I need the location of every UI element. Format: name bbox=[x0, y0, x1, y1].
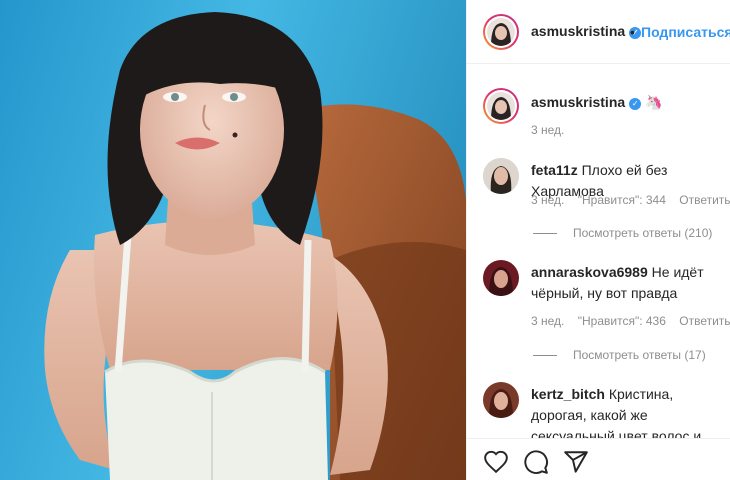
comment-username[interactable]: annaraskova6989 bbox=[531, 264, 648, 280]
view-replies-button[interactable]: Посмотреть ответы (17) bbox=[533, 348, 706, 362]
caption-emoji: 🦄 bbox=[645, 94, 663, 110]
post-header: asmuskristina ✓ • Подписаться bbox=[467, 0, 730, 64]
comments-scroll-area[interactable]: asmuskristina ✓ 🦄 3 нед. feta11z Плохо ей… bbox=[467, 64, 730, 438]
heart-icon[interactable] bbox=[483, 449, 509, 475]
comment-time[interactable]: 3 нед. bbox=[531, 193, 564, 207]
caption-avatar-image bbox=[487, 92, 515, 120]
author-avatar[interactable] bbox=[483, 14, 519, 50]
comment-meta: 3 нед. "Нравится": 436 Ответить bbox=[531, 314, 730, 328]
commenter-avatar-image bbox=[483, 260, 519, 296]
reply-button[interactable]: Ответить bbox=[679, 193, 730, 207]
author-username[interactable]: asmuskristina ✓ bbox=[531, 23, 642, 39]
view-replies-label[interactable]: Посмотреть ответы (210) bbox=[573, 226, 712, 240]
replies-divider-line bbox=[533, 233, 557, 235]
author-username-text[interactable]: asmuskristina bbox=[531, 23, 625, 39]
caption-username[interactable]: asmuskristina bbox=[531, 94, 625, 110]
post-side-panel: asmuskristina ✓ • Подписаться asmuskristi… bbox=[466, 0, 730, 480]
caption-verified-icon: ✓ bbox=[629, 98, 642, 110]
send-icon[interactable] bbox=[563, 449, 589, 475]
view-replies-button[interactable]: Посмотреть ответы (210) bbox=[533, 226, 712, 240]
caption-time-text[interactable]: 3 нед. bbox=[531, 123, 564, 137]
comment-text: annaraskova6989 Не идёт чёрный, ну вот п… bbox=[531, 262, 727, 304]
comment-likes[interactable]: "Нравится": 436 bbox=[578, 314, 666, 328]
comment-icon[interactable] bbox=[523, 449, 549, 475]
replies-divider-line bbox=[533, 355, 557, 357]
caption-time: 3 нед. bbox=[531, 123, 574, 137]
commenter-avatar-image bbox=[483, 158, 519, 194]
comment-avatar[interactable] bbox=[483, 260, 519, 296]
comment-username[interactable]: feta11z bbox=[531, 162, 578, 178]
view-replies-label[interactable]: Посмотреть ответы (17) bbox=[573, 348, 706, 362]
comment-avatar[interactable] bbox=[483, 382, 519, 418]
post-photo[interactable] bbox=[0, 0, 466, 480]
reply-button[interactable]: Ответить bbox=[679, 314, 730, 328]
comment-username[interactable]: kertz_bitch bbox=[531, 386, 605, 402]
follow-button[interactable]: Подписаться bbox=[641, 24, 730, 40]
comment-time[interactable]: 3 нед. bbox=[531, 314, 564, 328]
comment-avatar[interactable] bbox=[483, 158, 519, 194]
comment-likes[interactable]: "Нравится": 344 bbox=[578, 193, 666, 207]
comment-text: kertz_bitch Кристина, дорогая, какой же … bbox=[531, 384, 727, 438]
post-image bbox=[0, 0, 466, 480]
commenter-avatar-image bbox=[483, 382, 519, 418]
caption-avatar[interactable] bbox=[483, 88, 519, 124]
post-actions-bar bbox=[467, 438, 730, 480]
comment-meta: 3 нед. "Нравится": 344 Ответить bbox=[531, 193, 730, 207]
separator-dot: • bbox=[630, 24, 635, 40]
avatar-image bbox=[487, 18, 515, 46]
caption-text: asmuskristina ✓ 🦄 bbox=[531, 92, 721, 113]
